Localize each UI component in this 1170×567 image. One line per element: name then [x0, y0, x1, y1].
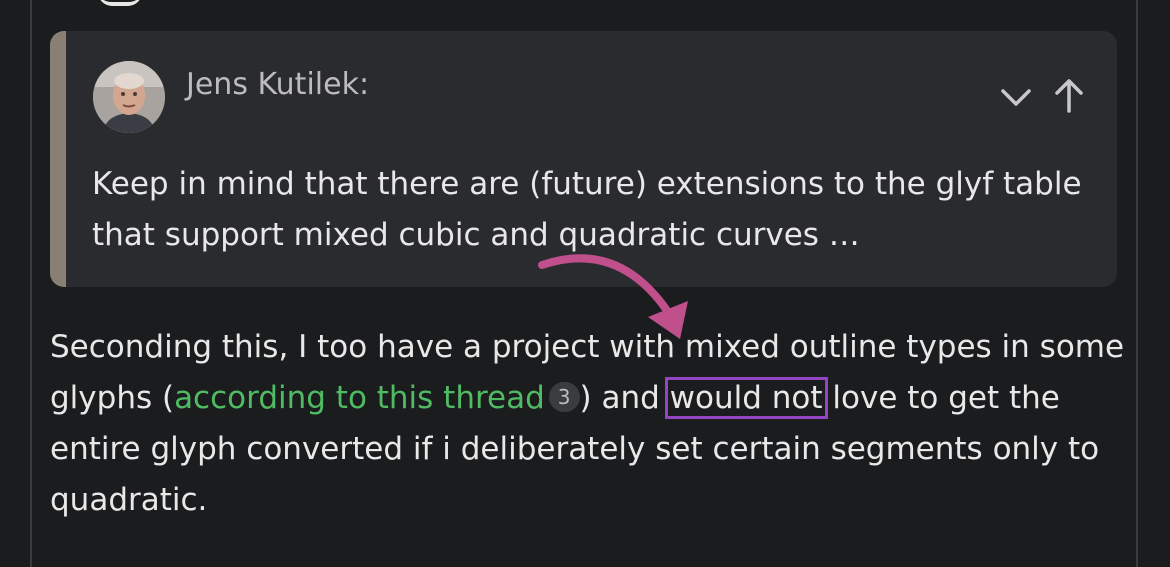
post-left-border — [30, 0, 32, 567]
thread-link[interactable]: according to this thread — [174, 380, 545, 416]
post-right-border — [1136, 0, 1138, 567]
chevron-down-icon[interactable] — [998, 83, 1034, 113]
quote-block: Jens Kutilek: Keep in mind that there ar… — [50, 31, 1117, 287]
avatar[interactable] — [93, 61, 165, 133]
avatar-image — [93, 61, 165, 133]
highlighted-phrase: would not — [664, 377, 828, 419]
quote-text-line-2: that support mixed cubic and quadratic c… — [92, 217, 860, 253]
reply-text: Seconding this, I too have a project wit… — [50, 322, 1130, 526]
quote-text-line-1: Keep in mind that there are (future) ext… — [92, 166, 1082, 202]
thread-link-text[interactable]: according to this thread — [174, 380, 545, 416]
previous-avatar-edge — [98, 0, 142, 6]
quote-bar — [50, 31, 66, 287]
link-count-badge: 3 — [548, 382, 580, 412]
quote-author[interactable]: Jens Kutilek: — [186, 67, 369, 102]
arrow-up-icon[interactable] — [1052, 77, 1086, 115]
reply-part-2: ) and — [579, 380, 670, 416]
quote-text: Keep in mind that there are (future) ext… — [92, 159, 1092, 261]
